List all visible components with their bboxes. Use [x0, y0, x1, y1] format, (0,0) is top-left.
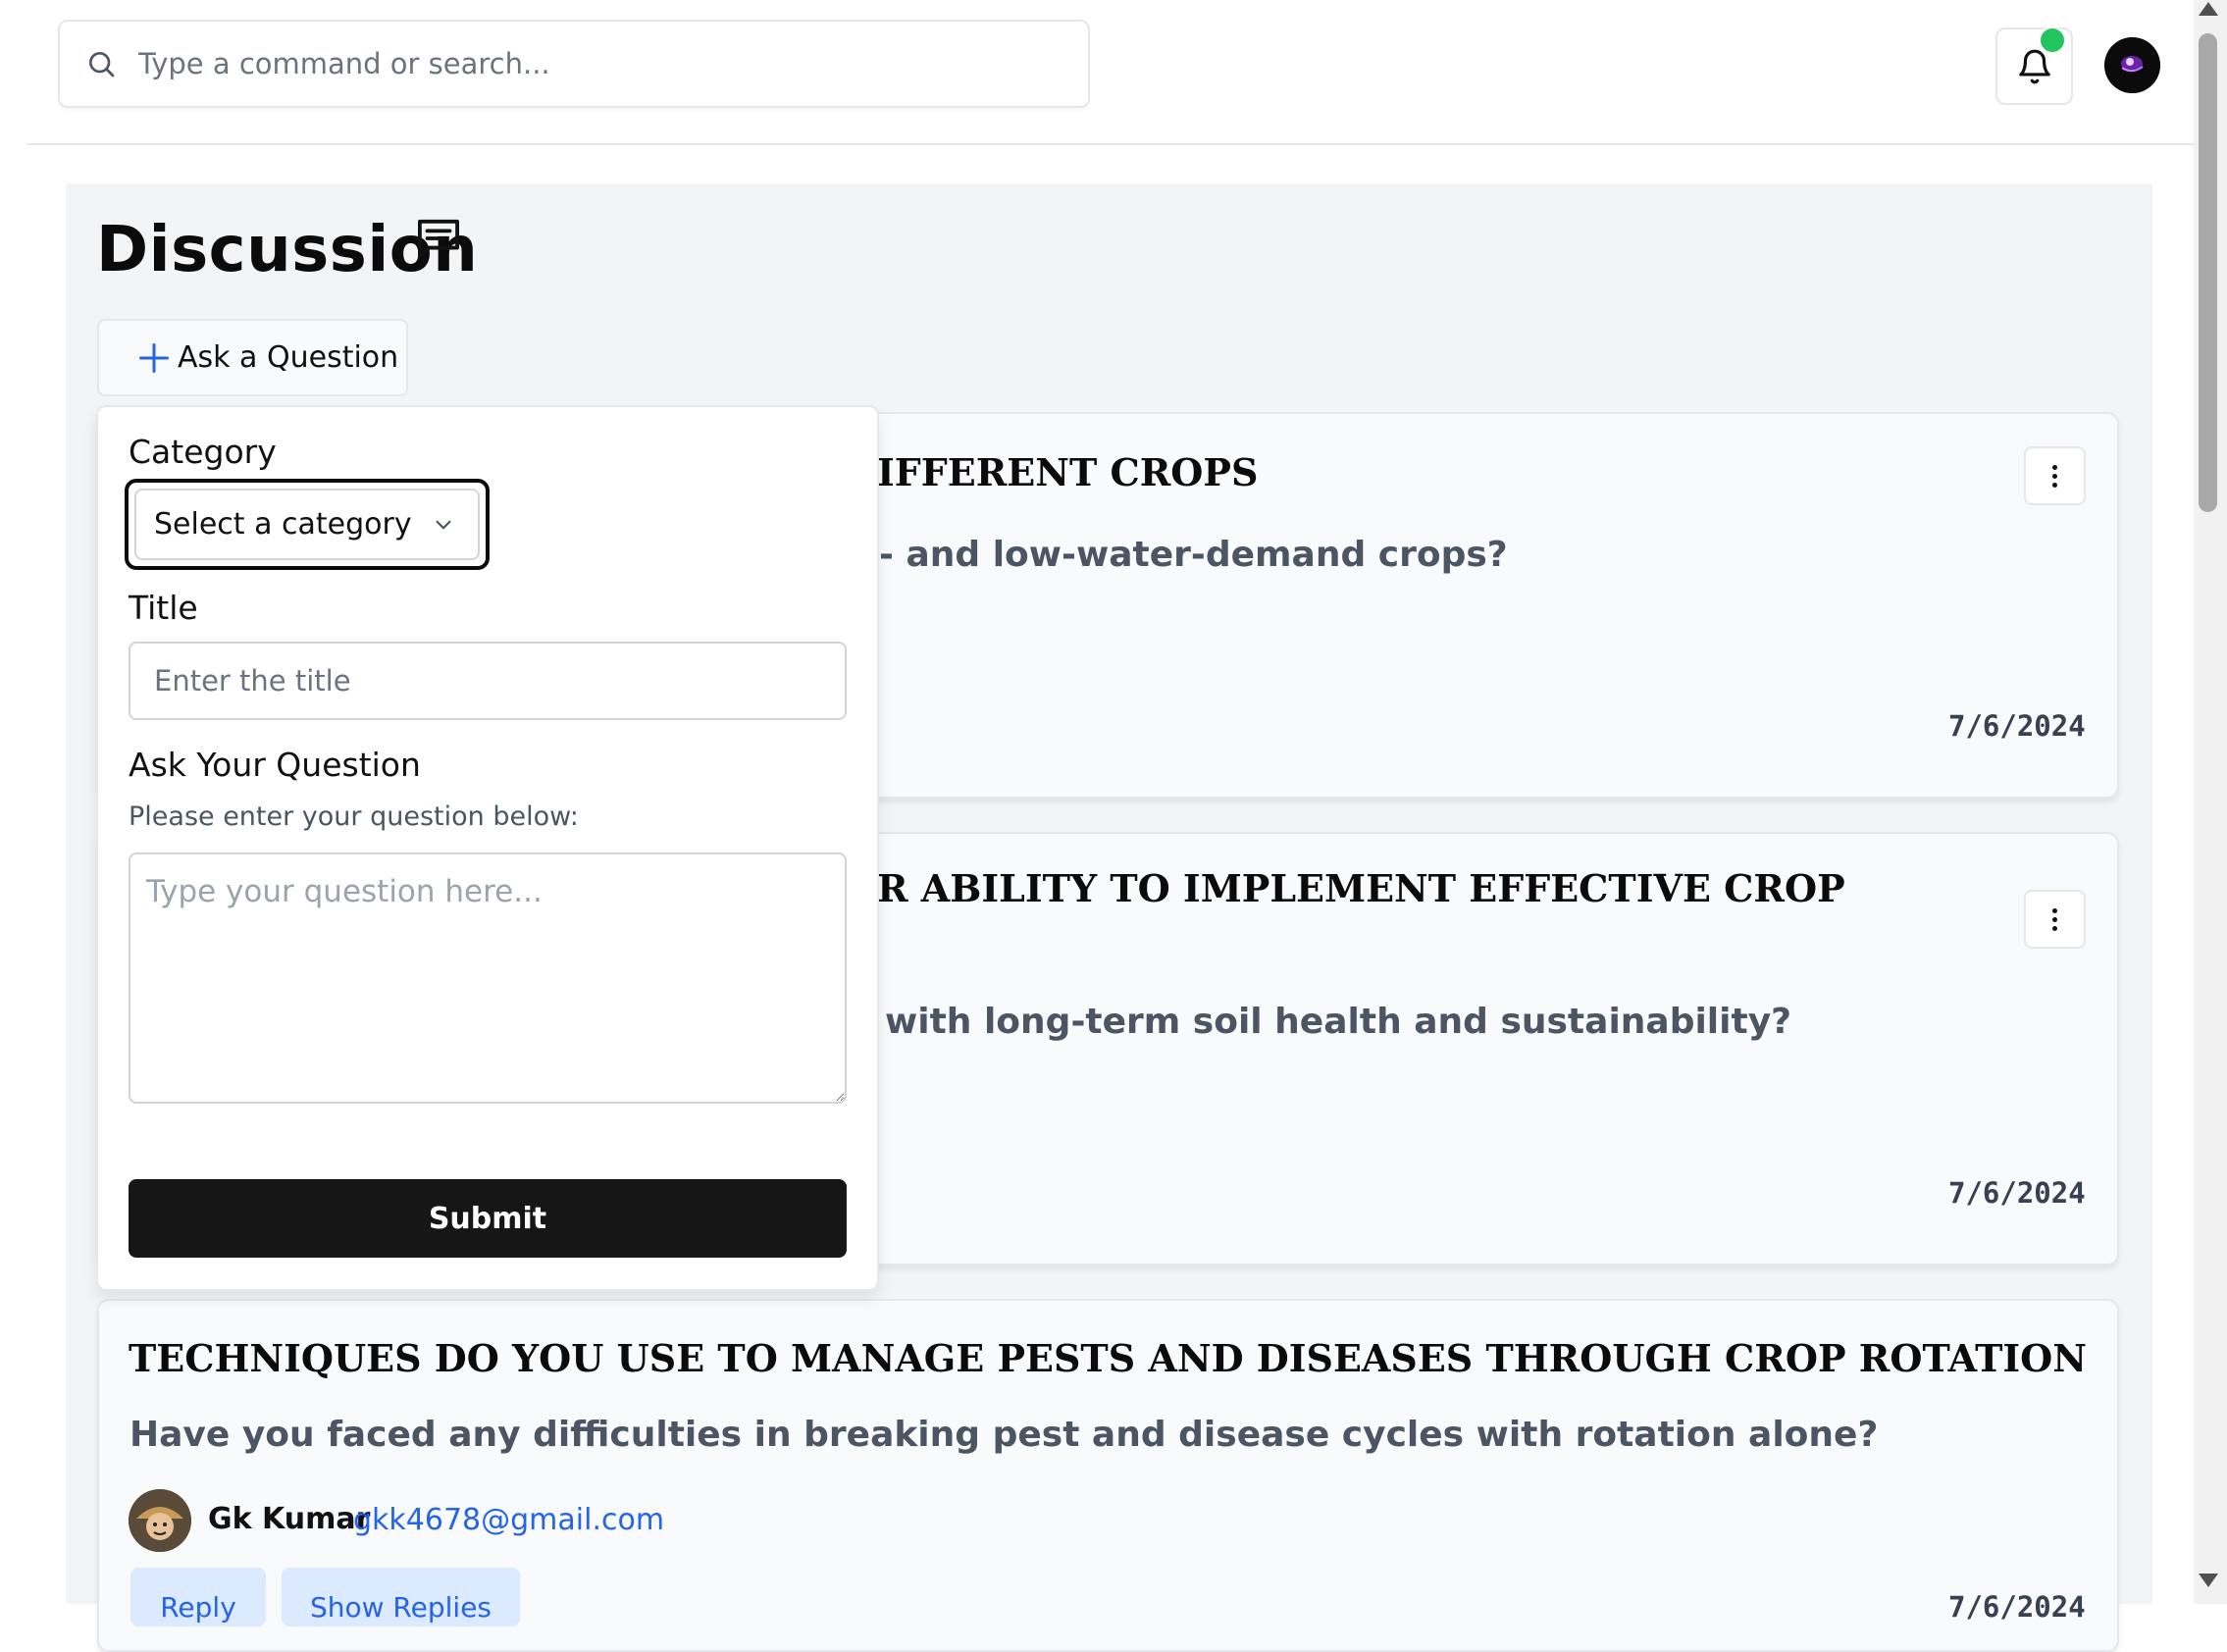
author-avatar: [129, 1489, 191, 1552]
card-question: - and low-water-demand crops?: [879, 535, 1508, 575]
card-date: 7/6/2024: [1948, 1590, 2086, 1624]
header-divider: [26, 143, 2194, 145]
scroll-down-arrow-icon[interactable]: [2199, 1574, 2218, 1587]
category-select[interactable]: Select a category: [125, 479, 490, 570]
notification-badge: [2039, 26, 2066, 54]
title-label: Title: [129, 589, 198, 627]
more-vertical-icon: [2052, 464, 2057, 488]
more-vertical-icon: [2052, 907, 2057, 931]
user-avatar[interactable]: [2104, 37, 2160, 93]
card-menu-button[interactable]: [2024, 890, 2086, 949]
card-date: 7/6/2024: [1948, 709, 2086, 743]
card-title: TECHNIQUES DO YOU USE TO MANAGE PESTS AN…: [129, 1336, 2087, 1380]
question-hint: Please enter your question below:: [129, 801, 579, 832]
card-title: IFFERENT CROPS: [877, 450, 1259, 494]
search-icon: [89, 52, 115, 77]
plus-icon: [139, 342, 169, 373]
author-email[interactable]: gkk4678@gmail.com: [353, 1503, 664, 1537]
title-input[interactable]: [129, 642, 847, 720]
command-search-bar[interactable]: [58, 20, 1090, 108]
category-label: Category: [129, 433, 277, 471]
question-textarea[interactable]: [129, 852, 847, 1104]
card-title: R ABILITY TO IMPLEMENT EFFECTIVE CROP: [877, 866, 1845, 910]
show-replies-button[interactable]: Show Replies: [282, 1568, 520, 1626]
card-question: Have you faced any difficulties in break…: [129, 1415, 1879, 1455]
author-name: Gk Kumar: [208, 1502, 371, 1536]
ask-question-button[interactable]: Ask a Question: [97, 319, 408, 396]
card-question: with long-term soil health and sustainab…: [885, 1002, 1792, 1042]
category-select-value: Select a category: [154, 507, 412, 542]
chevron-down-icon: [436, 520, 451, 530]
reply-button[interactable]: Reply: [130, 1568, 266, 1626]
submit-button[interactable]: Submit: [129, 1179, 847, 1258]
question-label: Ask Your Question: [129, 746, 421, 784]
card-date: 7/6/2024: [1948, 1176, 2086, 1210]
card-menu-button[interactable]: [2024, 446, 2086, 505]
message-square-icon: [417, 219, 459, 258]
scrollbar-thumb[interactable]: [2199, 33, 2217, 512]
ask-question-label: Ask a Question: [178, 340, 399, 375]
search-input[interactable]: [136, 46, 1023, 81]
scroll-up-arrow-icon[interactable]: [2199, 2, 2218, 16]
